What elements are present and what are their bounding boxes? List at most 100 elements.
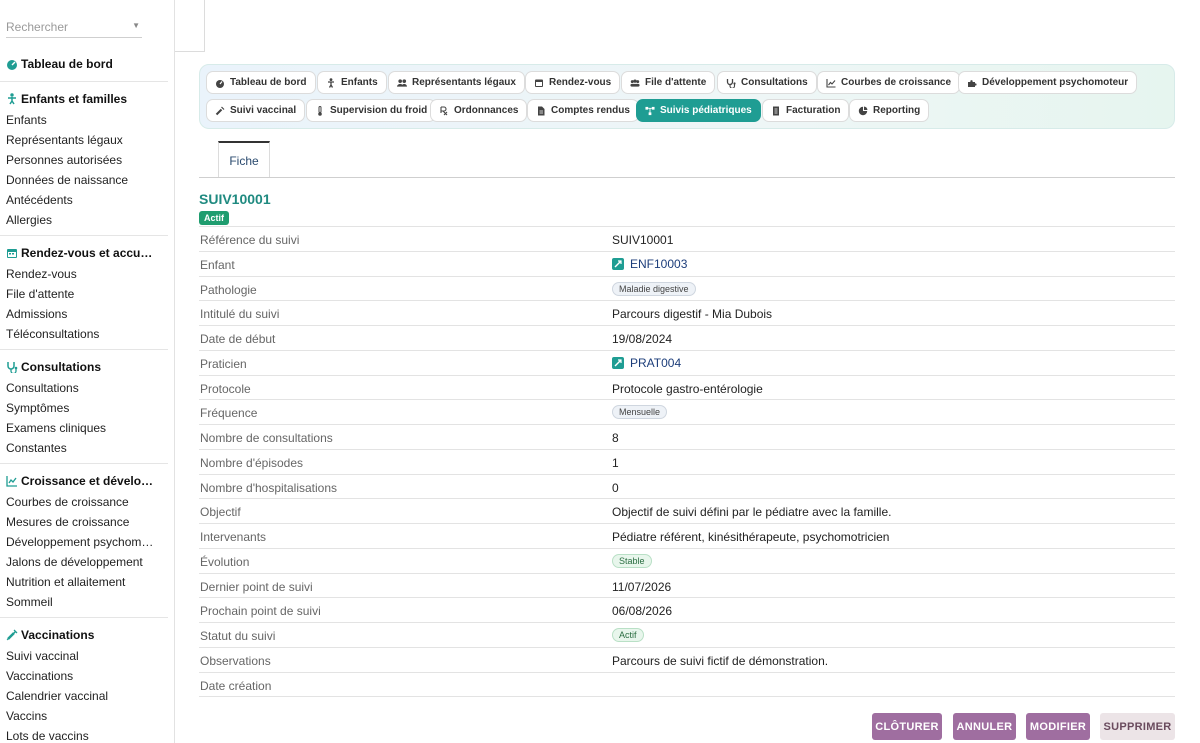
sidebar-item-vaccins[interactable]: Vaccins (6, 709, 47, 723)
sidebar-item-consultations[interactable]: Consultations (6, 381, 79, 395)
field-row: Intitulé du suivi Parcours digestif - Mia… (199, 300, 1175, 325)
field-label: Prochain point de suivi (200, 604, 321, 619)
tab-courbes-de-croissance[interactable]: Courbes de croissance (817, 71, 961, 94)
tab-file-attente[interactable]: File d'attente (621, 71, 716, 94)
tab-fiche[interactable]: Fiche (218, 141, 270, 178)
sidebar-item-mesures[interactable]: Mesures de croissance (6, 515, 129, 529)
sidebar-item-suivi-vaccinal[interactable]: Suivi vaccinal (6, 649, 79, 663)
tab-ordonnances[interactable]: Ordonnances (430, 99, 528, 122)
tab-supervision-du-froid[interactable]: Supervision du froid (306, 99, 437, 122)
field-value: 0 (612, 480, 619, 495)
cancel-button[interactable]: ANNULER (953, 713, 1016, 740)
field-value: 06/08/2026 (612, 604, 673, 619)
value-tag: Actif (612, 628, 644, 642)
field-label: Enfant (200, 257, 235, 272)
sidebar-item-rendez-vous[interactable]: Rendez-vous (6, 267, 77, 281)
sidebar-section-vaccinations[interactable]: Vaccinations (6, 628, 94, 642)
delete-button[interactable]: SUPPRIMER (1100, 713, 1175, 740)
tab-enfants[interactable]: Enfants (317, 71, 387, 94)
sidebar-item-file-attente[interactable]: File d'attente (6, 287, 74, 301)
tab-label: Courbes de croissance (841, 77, 952, 88)
tab-label: Développement psychomoteur (982, 77, 1129, 88)
tab-tableau-de-bord[interactable]: Tableau de bord (206, 71, 316, 94)
field-label: Date de début (200, 332, 276, 346)
close-record-button[interactable]: CLÔTURER (872, 713, 942, 740)
sidebar-item-admissions[interactable]: Admissions (6, 307, 67, 321)
field-label: Évolution (200, 554, 250, 569)
sidebar-item-lots-vaccins[interactable]: Lots de vaccins (6, 729, 89, 743)
field-row: Pathologie Maladie digestive (199, 275, 1175, 301)
tab-suivi-vaccinal[interactable]: Suivi vaccinal (206, 99, 306, 122)
sidebar-item-vaccinations[interactable]: Vaccinations (6, 669, 73, 683)
divider (0, 235, 168, 236)
field-row: Dernier point de suivi 11/07/2026 (199, 572, 1175, 598)
sidebar-item-personnes-autorisees[interactable]: Personnes autorisées (6, 153, 122, 167)
tab-reporting[interactable]: Reporting (849, 99, 930, 122)
field-value[interactable]: ENF10003 (612, 257, 687, 271)
tab-representants-legaux[interactable]: Représentants légaux (388, 71, 525, 94)
record-title: SUIV10001 (199, 191, 271, 207)
field-row: Évolution Stable (199, 547, 1175, 573)
sidebar-item-examens-cliniques[interactable]: Examens cliniques (6, 421, 106, 435)
sidebar-item-nutrition[interactable]: Nutrition et allaitement (6, 575, 125, 589)
sidebar-item-calendrier-vaccinal[interactable]: Calendrier vaccinal (6, 689, 108, 703)
sidebar-item-developpement[interactable]: Développement psychom… (6, 535, 153, 549)
queue-icon (630, 78, 640, 88)
tab-consultations[interactable]: Consultations (717, 71, 817, 94)
sidebar-section-rendez-vous[interactable]: Rendez-vous et accu… (6, 246, 152, 260)
sidebar-section-croissance[interactable]: Croissance et dévelo… (6, 474, 153, 488)
sidebar-dashboard-label: Tableau de bord (21, 57, 113, 71)
tab-label: File d'attente (645, 77, 707, 88)
stethoscope-icon (726, 78, 736, 88)
tab-facturation[interactable]: Facturation (762, 99, 850, 122)
pie-chart-icon (858, 106, 868, 116)
status-badge: Actif (199, 211, 229, 225)
tab-comptes-rendus[interactable]: Comptes rendus (527, 99, 639, 122)
field-link-text[interactable]: PRAT004 (630, 356, 681, 370)
value-tag: Mensuelle (612, 405, 668, 420)
field-label: Objectif (200, 505, 241, 520)
sidebar-dashboard[interactable]: Tableau de bord (6, 57, 113, 71)
field-link-text[interactable]: ENF10003 (630, 257, 687, 271)
tab-rendez-vous[interactable]: Rendez-vous (525, 71, 621, 94)
tab-developpement-psychomoteur[interactable]: Développement psychomoteur (958, 71, 1138, 94)
chevron-down-icon[interactable]: ▼ (132, 21, 140, 30)
sidebar-item-jalons[interactable]: Jalons de développement (6, 555, 143, 569)
field-label: Nombre de consultations (200, 431, 333, 445)
field-value[interactable]: PRAT004 (612, 356, 681, 370)
sidebar-item-allergies[interactable]: Allergies (6, 213, 52, 227)
sidebar-item-donnees-naissance[interactable]: Données de naissance (6, 173, 128, 187)
sidebar-item-courbes[interactable]: Courbes de croissance (6, 495, 129, 509)
header-frame (175, 0, 205, 52)
sidebar-item-teleconsultations[interactable]: Téléconsultations (6, 327, 99, 341)
tab-suivis-pediatriques[interactable]: Suivis pédiatriques (636, 99, 761, 122)
sidebar-item-representants[interactable]: Représentants légaux (6, 133, 123, 147)
thermometer-icon (315, 105, 325, 116)
field-value: SUIV10001 (612, 233, 674, 247)
sidebar-item-symptomes[interactable]: Symptômes (6, 401, 69, 415)
field-row: Intervenants Pédiatre référent, kinésithé… (199, 523, 1175, 548)
puzzle-icon (967, 78, 977, 88)
value-tag: Maladie digestive (612, 281, 696, 296)
sidebar-section-consultations[interactable]: Consultations (6, 360, 101, 374)
field-label: Pathologie (200, 282, 257, 297)
sidebar-item-antecedents[interactable]: Antécédents (6, 193, 73, 207)
tab-label: Suivis pédiatriques (660, 105, 752, 116)
search-input[interactable]: Rechercher ▼ (6, 14, 142, 38)
field-value: 19/08/2024 (612, 332, 673, 346)
field-label: Fréquence (200, 406, 258, 421)
tab-label: Supervision du froid (330, 105, 428, 116)
dashboard-icon (215, 78, 225, 88)
field-value: Pédiatre référent, kinésithérapeute, psy… (612, 530, 890, 544)
edit-link-icon (612, 257, 624, 270)
sidebar-section-label: Consultations (21, 360, 101, 374)
sidebar-section-enfants[interactable]: Enfants et familles (6, 92, 127, 106)
field-value: Parcours de suivi fictif de démonstratio… (612, 653, 829, 668)
sidebar-item-sommeil[interactable]: Sommeil (6, 595, 53, 609)
divider (0, 349, 168, 350)
field-row: Praticien PRAT004 (199, 349, 1175, 375)
sidebar-item-enfants[interactable]: Enfants (6, 113, 47, 127)
sidebar-item-constantes[interactable]: Constantes (6, 441, 67, 455)
edit-button[interactable]: MODIFIER (1026, 713, 1090, 740)
child-icon (326, 77, 336, 88)
